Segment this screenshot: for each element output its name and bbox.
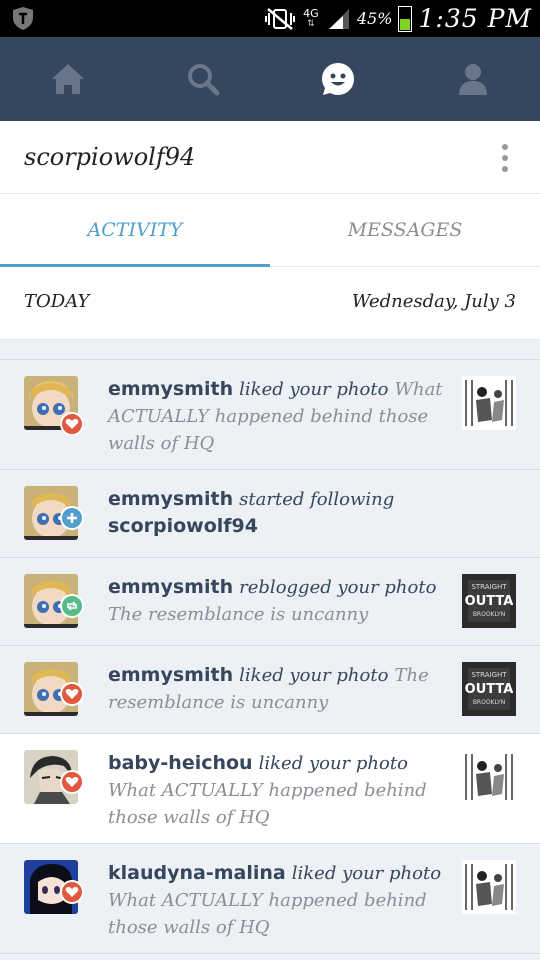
activity-text: baby-heichou liked your photo What ACTUA… xyxy=(108,750,444,831)
activity-text: emmysmith liked your photo The resemblan… xyxy=(108,662,444,716)
activity-action: liked your photo xyxy=(291,863,442,884)
blog-header: scorpiowolf94 xyxy=(0,121,540,194)
activity-row[interactable]: emmysmith started following scorpiowolf9… xyxy=(0,470,540,558)
activity-row[interactable]: baby-heichou liked your photo What ACTUA… xyxy=(0,734,540,844)
plus-badge-icon xyxy=(60,506,84,530)
blog-name[interactable]: scorpiowolf94 xyxy=(24,143,195,171)
main-tab-bar xyxy=(0,37,540,121)
signal-icon xyxy=(328,8,349,29)
activity-action: liked your photo xyxy=(258,753,408,774)
nav-home-button[interactable] xyxy=(0,37,135,121)
poster-line1: STRAIGHT xyxy=(471,583,507,591)
poster-line2: OUTTA xyxy=(465,682,514,697)
post-thumbnail[interactable] xyxy=(462,750,516,804)
battery-percent: 45% xyxy=(356,9,393,28)
poster-line1: STRAIGHT xyxy=(471,671,507,679)
activity-text: klaudyna-malina liked your photo What AC… xyxy=(108,860,444,941)
search-icon xyxy=(187,64,219,96)
activity-row[interactable]: emmysmith liked your photo What ACTUALLY… xyxy=(0,360,540,470)
post-thumbnail[interactable] xyxy=(462,860,516,914)
data-arrows-icon: ⇅ xyxy=(307,18,315,29)
date-section-label: TODAY xyxy=(24,291,90,312)
heart-badge-icon xyxy=(60,412,84,436)
activity-action: started following xyxy=(239,489,395,510)
post-excerpt: The resemblance is uncanny xyxy=(108,604,369,625)
post-excerpt: What ACTUALLY happened behind those wall… xyxy=(108,780,427,828)
activity-feed[interactable]: emmysmith liked your photo What ACTUALLY… xyxy=(0,340,540,960)
activity-action: liked your photo xyxy=(239,379,389,400)
tab-messages[interactable]: MESSAGES xyxy=(270,194,540,266)
network-indicator: 4G ⇅ xyxy=(301,8,321,30)
battery-icon xyxy=(398,5,413,32)
nav-search-button[interactable] xyxy=(135,37,270,121)
heart-badge-icon xyxy=(60,770,84,794)
username-link[interactable]: klaudyna-malina xyxy=(108,862,286,884)
activity-row[interactable]: klaudyna-malina liked your photo What AC… xyxy=(0,844,540,954)
followed-blog-link[interactable]: scorpiowolf94 xyxy=(108,515,258,537)
activity-action: liked your photo xyxy=(239,665,389,686)
poster-line3: BROOKLYN xyxy=(473,611,505,618)
activity-text: emmysmith started following scorpiowolf9… xyxy=(108,486,516,539)
poster-line3: BROOKLYN xyxy=(473,699,505,706)
shield-icon xyxy=(13,7,33,30)
tab-activity[interactable]: ACTIVITY xyxy=(0,194,270,267)
overflow-menu-icon[interactable] xyxy=(500,144,510,172)
post-thumbnail[interactable]: STRAIGHT OUTTA BROOKLYN xyxy=(462,574,516,628)
smiley-icon xyxy=(321,63,354,95)
reblog-badge-icon xyxy=(60,594,84,618)
poster-line2: OUTTA xyxy=(465,594,514,609)
activity-action: reblogged your photo xyxy=(239,577,437,598)
username-link[interactable]: emmysmith xyxy=(108,488,233,510)
status-bar: 4G ⇅ 45% 1:35 PM xyxy=(0,0,540,37)
date-header: TODAY Wednesday, July 3 xyxy=(0,267,540,340)
username-link[interactable]: emmysmith xyxy=(108,664,233,686)
clock: 1:35 PM xyxy=(418,4,532,33)
activity-row[interactable]: emmysmith reblogged your photo The resem… xyxy=(0,558,540,646)
home-icon xyxy=(51,64,84,94)
heart-badge-icon xyxy=(60,682,84,706)
activity-tabs: ACTIVITY MESSAGES xyxy=(0,194,540,267)
nav-account-button[interactable] xyxy=(405,37,540,121)
username-link[interactable]: emmysmith xyxy=(108,576,233,598)
heart-badge-icon xyxy=(60,880,84,904)
username-link[interactable]: baby-heichou xyxy=(108,752,253,774)
username-link[interactable]: emmysmith xyxy=(108,378,233,400)
post-thumbnail[interactable]: STRAIGHT OUTTA BROOKLYN xyxy=(462,662,516,716)
post-excerpt: What ACTUALLY happened behind those wall… xyxy=(108,890,427,938)
feed-clipped-row xyxy=(0,340,540,360)
date-label: Wednesday, July 3 xyxy=(351,291,516,312)
activity-text: emmysmith liked your photo What ACTUALLY… xyxy=(108,376,444,457)
vibrate-mute-icon xyxy=(264,7,295,30)
nav-activity-button[interactable] xyxy=(270,37,405,121)
activity-text: emmysmith reblogged your photo The resem… xyxy=(108,574,444,628)
user-icon xyxy=(458,64,487,95)
network-type: 4G xyxy=(303,6,319,20)
post-thumbnail[interactable] xyxy=(462,376,516,430)
activity-row[interactable]: emmysmith liked your photo The resemblan… xyxy=(0,646,540,734)
